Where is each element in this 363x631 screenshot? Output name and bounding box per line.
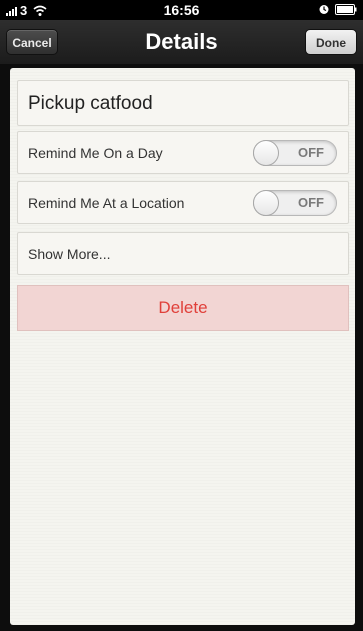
cancel-button[interactable]: Cancel — [6, 29, 58, 55]
remind-location-label: Remind Me At a Location — [28, 195, 185, 211]
done-button[interactable]: Done — [305, 29, 357, 55]
status-right — [319, 4, 357, 15]
status-time: 16:56 — [163, 2, 200, 18]
remind-location-toggle[interactable]: OFF — [253, 190, 337, 216]
phone-screen: 3 16:56 Details Cancel Done Pickup catfo… — [0, 0, 363, 631]
navigation-bar: Details Cancel Done — [0, 20, 363, 64]
status-bar: 3 16:56 — [0, 0, 363, 20]
delete-button[interactable]: Delete — [17, 285, 349, 331]
remind-day-row: Remind Me On a Day OFF — [17, 131, 349, 174]
reminder-title-field[interactable]: Pickup catfood — [17, 80, 349, 126]
show-more-label: Show More... — [28, 246, 111, 262]
battery-icon — [335, 4, 357, 15]
show-more-row[interactable]: Show More... — [17, 232, 349, 275]
remind-day-toggle[interactable]: OFF — [253, 140, 337, 166]
lock-icon — [319, 5, 329, 14]
toggle-knob — [253, 140, 279, 166]
toggle-state-text: OFF — [298, 145, 324, 160]
toggle-knob — [253, 190, 279, 216]
remind-location-row: Remind Me At a Location OFF — [17, 181, 349, 224]
reminder-title-text: Pickup catfood — [28, 93, 153, 114]
toggle-state-text: OFF — [298, 195, 324, 210]
remind-day-label: Remind Me On a Day — [28, 145, 163, 161]
details-content: Pickup catfood Remind Me On a Day OFF Re… — [10, 68, 355, 625]
